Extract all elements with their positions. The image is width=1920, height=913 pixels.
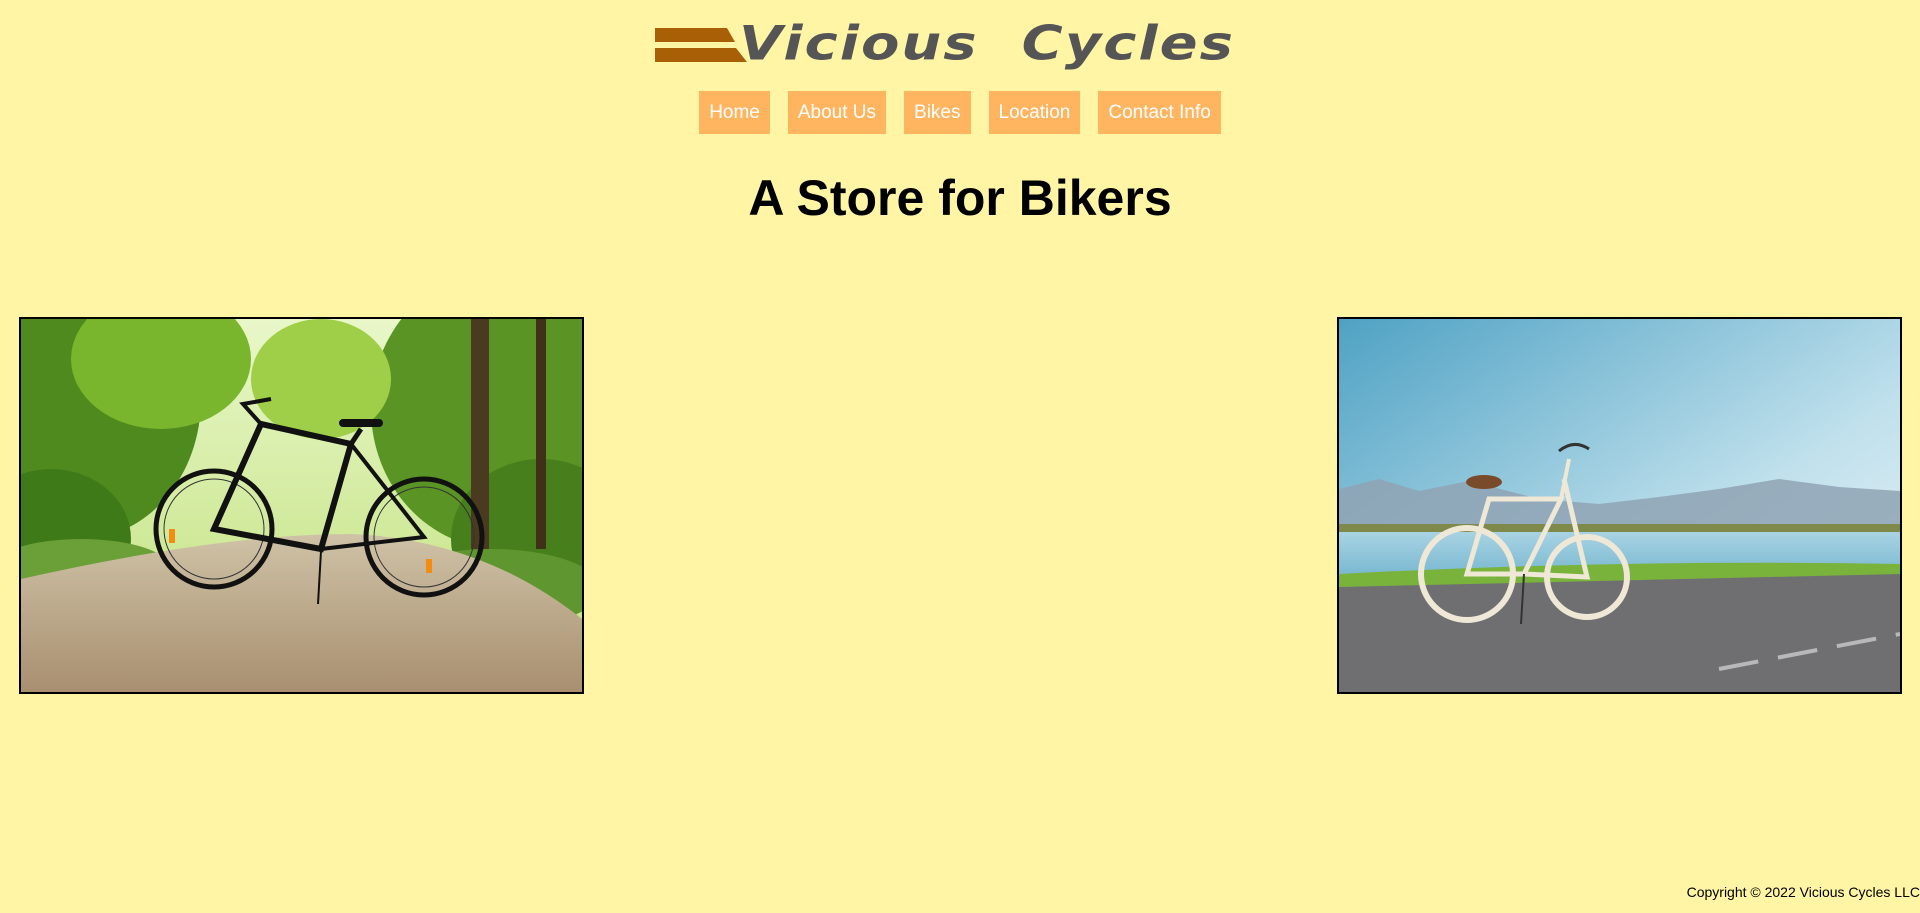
nav-contact-info[interactable]: Contact Info [1098,91,1221,134]
nav-location[interactable]: Location [988,91,1081,134]
nav-bikes[interactable]: Bikes [904,91,971,134]
nav-home[interactable]: Home [699,91,770,134]
brand-name: Vicious Cycles [739,15,1235,72]
nav-about-us[interactable]: About Us [787,91,887,134]
lake-bike-image [1337,317,1902,694]
brand-logo[interactable]: Vicious Cycles [655,14,1235,74]
main-nav: Home About Us Bikes Location Contact Inf… [0,91,1920,134]
footer-copyright: Copyright © 2022 Vicious Cycles LLC [1686,884,1920,900]
logo-stripes-icon [655,24,747,64]
page: Vicious Cycles Home About Us Bikes Locat… [0,0,1920,913]
forest-bike-image [19,317,584,694]
page-heading: A Store for Bikers [748,170,1172,226]
